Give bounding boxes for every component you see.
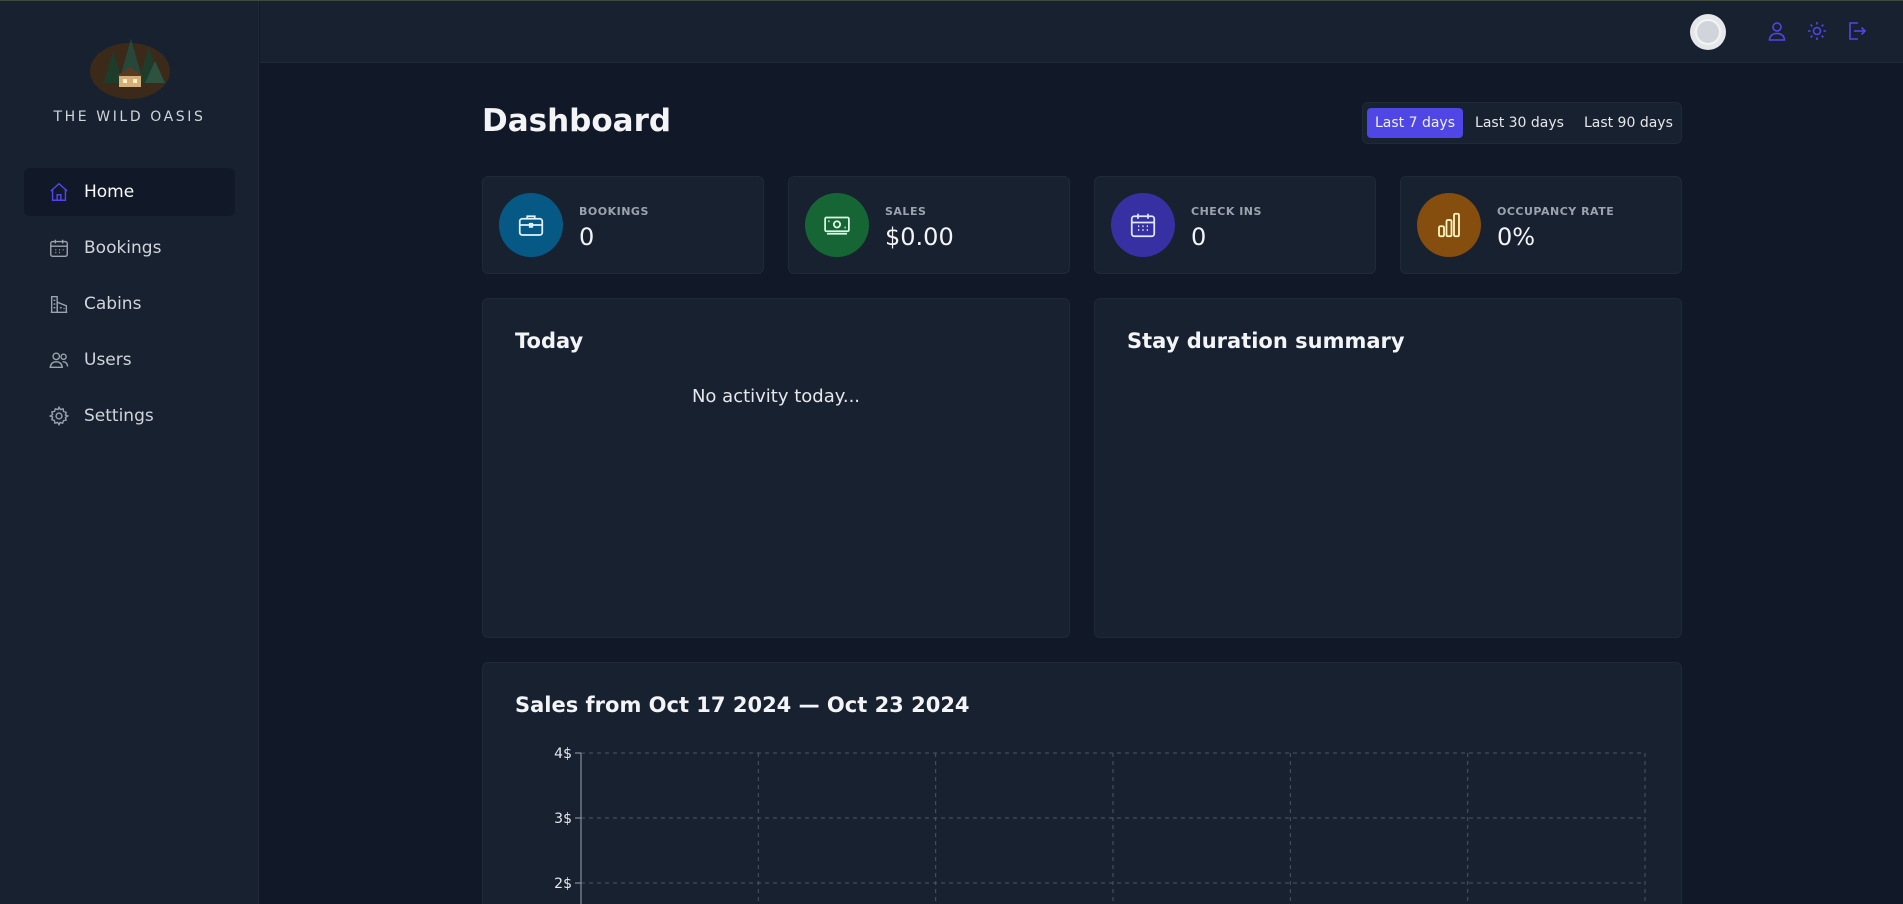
stat-value: 0%	[1497, 223, 1536, 251]
sun-icon[interactable]	[1805, 19, 1829, 43]
sidebar-item-label: Users	[84, 350, 132, 370]
user-icon[interactable]	[1765, 19, 1789, 43]
home-icon	[48, 181, 70, 203]
page-title: Dashboard	[482, 103, 672, 139]
users-icon	[48, 349, 70, 371]
logout-icon[interactable]	[1844, 19, 1868, 43]
chart-y-tick-label: 3$	[554, 811, 572, 827]
sidebar-nav: Home Bookings Cabins Users Settings	[24, 168, 235, 448]
sidebar-item-label: Bookings	[84, 238, 162, 258]
sidebar-item-label: Cabins	[84, 294, 142, 314]
stat-sales: SALES $0.00	[788, 176, 1070, 274]
sidebar-item-users[interactable]: Users	[24, 336, 235, 384]
sidebar-item-label: Home	[84, 182, 135, 202]
stat-title: OCCUPANCY RATE	[1497, 205, 1615, 218]
avatar-image	[1695, 19, 1721, 45]
stat-title: CHECK INS	[1191, 205, 1262, 218]
briefcase-icon	[499, 193, 563, 257]
sidebar: THE WILD OASIS Home Bookings Cabins User…	[0, 1, 259, 904]
no-activity-message: No activity today...	[691, 386, 861, 407]
sidebar-item-settings[interactable]: Settings	[24, 392, 235, 440]
stat-bookings: BOOKINGS 0	[482, 176, 764, 274]
chart-y-tick-label: 2$	[554, 876, 572, 892]
today-panel: Today No activity today...	[482, 298, 1070, 638]
logo: THE WILD OASIS	[0, 31, 259, 125]
sales-chart: 4$ 3$ 2$	[554, 746, 1646, 904]
filter-last-90-days[interactable]: Last 90 days	[1576, 108, 1681, 138]
stat-value: 0	[579, 223, 595, 251]
sidebar-item-bookings[interactable]: Bookings	[24, 224, 235, 272]
chart-bar-icon	[1417, 193, 1481, 257]
stay-duration-title: Stay duration summary	[1127, 329, 1405, 353]
stat-title: BOOKINGS	[579, 205, 649, 218]
avatar[interactable]	[1690, 14, 1726, 50]
stat-title: SALES	[885, 205, 927, 218]
date-range-filter: Last 7 days Last 30 days Last 90 days	[1362, 102, 1682, 144]
chart-y-tick-label: 4$	[554, 746, 572, 762]
sidebar-item-label: Settings	[84, 406, 154, 426]
sidebar-item-home[interactable]: Home	[24, 168, 235, 216]
stat-value: $0.00	[885, 223, 954, 251]
stat-value: 0	[1191, 223, 1207, 251]
building-icon	[48, 293, 70, 315]
filter-last-30-days[interactable]: Last 30 days	[1467, 108, 1572, 138]
sales-chart-panel: Sales from Oct 17 2024 — Oct 23 2024 4$ 3…	[482, 662, 1682, 904]
brand-name: THE WILD OASIS	[53, 109, 206, 125]
stat-occupancy-rate: OCCUPANCY RATE 0%	[1400, 176, 1682, 274]
calendar-days-icon	[1111, 193, 1175, 257]
stat-check-ins: CHECK INS 0	[1094, 176, 1376, 274]
calendar-icon	[48, 237, 70, 259]
banknotes-icon	[805, 193, 869, 257]
filter-last-7-days[interactable]: Last 7 days	[1367, 108, 1464, 138]
today-title: Today	[515, 329, 584, 353]
sidebar-item-cabins[interactable]: Cabins	[24, 280, 235, 328]
top-header	[260, 1, 1903, 63]
gear-icon	[48, 405, 70, 427]
logo-image	[89, 39, 170, 99]
stay-duration-panel: Stay duration summary	[1094, 298, 1682, 638]
